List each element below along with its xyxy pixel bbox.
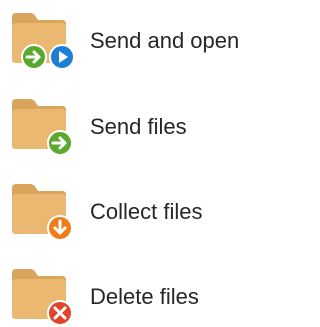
action-menu: Send and open Send files Collect files D… <box>0 0 285 327</box>
close-red-icon <box>47 300 73 326</box>
send-and-open-label: Send and open <box>90 28 240 53</box>
play-blue-icon <box>49 44 75 70</box>
arrow-right-green-icon <box>21 44 47 70</box>
send-files-item[interactable]: Send files <box>0 95 285 159</box>
delete-files-label: Delete files <box>90 284 199 309</box>
delete-files-item[interactable]: Delete files <box>0 265 285 327</box>
collect-files-item[interactable]: Collect files <box>0 180 285 244</box>
collect-files-label: Collect files <box>90 199 203 224</box>
arrow-down-orange-icon <box>47 215 73 241</box>
send-and-open-item[interactable]: Send and open <box>0 9 285 73</box>
collect-files-icon-group <box>8 180 78 244</box>
send-files-icon-group <box>8 95 78 159</box>
arrow-right-green-icon <box>47 130 73 156</box>
delete-files-icon-group <box>8 265 78 327</box>
send-and-open-icon-group <box>8 9 78 73</box>
send-files-label: Send files <box>90 114 187 139</box>
